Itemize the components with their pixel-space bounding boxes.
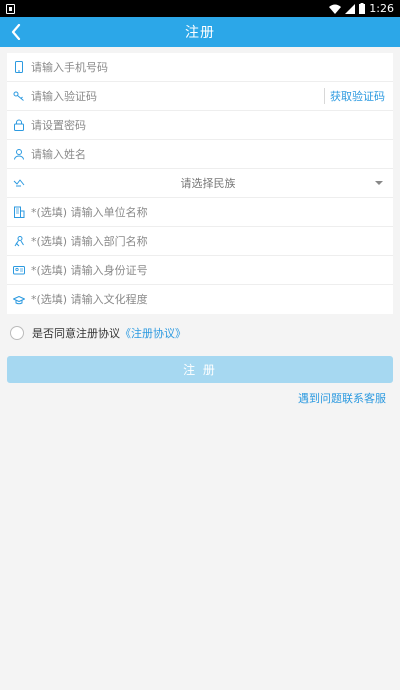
department-icon	[12, 234, 26, 248]
company-row	[7, 198, 393, 227]
get-code-button[interactable]: 获取验证码	[324, 88, 385, 104]
building-icon	[12, 205, 26, 219]
id-row	[7, 256, 393, 285]
education-row	[7, 285, 393, 314]
wifi-icon	[329, 4, 342, 14]
name-input[interactable]	[31, 147, 385, 161]
password-row	[7, 111, 393, 140]
key-icon	[12, 89, 26, 103]
password-input[interactable]	[31, 118, 385, 132]
agreement-row: 是否同意注册协议 《注册协议》	[10, 325, 400, 341]
department-input[interactable]	[31, 234, 385, 248]
id-card-icon	[12, 263, 26, 277]
contact-support-link[interactable]: 遇到问题联系客服	[298, 390, 386, 406]
app-notification-icon	[6, 3, 15, 14]
register-form: 获取验证码 请选择民族	[7, 53, 393, 314]
chevron-left-icon	[11, 24, 21, 40]
agreement-radio[interactable]	[10, 326, 24, 340]
education-input[interactable]	[31, 293, 385, 306]
dropdown-caret-icon	[375, 181, 383, 185]
status-time: 1:26	[369, 2, 394, 15]
graduation-cap-icon	[12, 293, 26, 307]
register-button[interactable]: 注 册	[7, 356, 393, 383]
department-row	[7, 227, 393, 256]
page-title: 注册	[185, 25, 215, 41]
back-button[interactable]	[4, 17, 28, 47]
id-number-input[interactable]	[31, 263, 385, 277]
lock-icon	[12, 118, 26, 132]
phone-input[interactable]	[31, 60, 385, 74]
battery-icon	[359, 3, 366, 14]
agreement-link[interactable]: 《注册协议》	[120, 325, 186, 341]
company-input[interactable]	[31, 205, 385, 219]
user-icon	[12, 147, 26, 161]
agreement-text: 是否同意注册协议	[32, 327, 120, 340]
ethnicity-select-label: 请选择民族	[180, 177, 236, 190]
phone-icon	[12, 60, 26, 74]
ethnicity-icon	[12, 176, 26, 190]
verification-code-input[interactable]	[31, 89, 324, 103]
app-bar: 注册	[0, 17, 400, 47]
code-row: 获取验证码	[7, 82, 393, 111]
name-row	[7, 140, 393, 169]
status-bar: 1:26	[0, 0, 400, 17]
phone-row	[7, 53, 393, 82]
signal-icon	[345, 3, 356, 14]
ethnicity-select[interactable]: 请选择民族	[7, 169, 393, 198]
